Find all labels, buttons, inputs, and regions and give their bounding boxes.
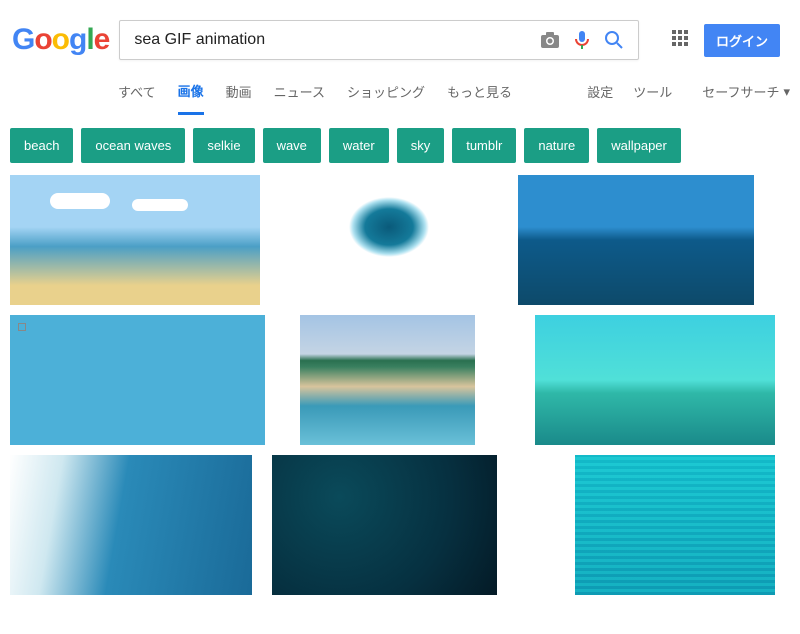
chip-sky[interactable]: sky xyxy=(397,128,445,163)
tab-videos[interactable]: 動画 xyxy=(226,70,252,113)
apps-icon[interactable] xyxy=(672,30,692,50)
chip-wave[interactable]: wave xyxy=(263,128,321,163)
image-result[interactable] xyxy=(518,175,754,305)
result-row xyxy=(10,455,790,595)
chip-selkie[interactable]: selkie xyxy=(193,128,254,163)
nav-tools[interactable]: ツール xyxy=(633,82,672,101)
chip-beach[interactable]: beach xyxy=(10,128,73,163)
chip-water[interactable]: water xyxy=(329,128,389,163)
image-result[interactable] xyxy=(300,315,475,445)
image-result[interactable] xyxy=(270,175,508,305)
image-result[interactable] xyxy=(272,455,497,595)
camera-icon[interactable] xyxy=(538,28,562,52)
image-result[interactable] xyxy=(575,455,775,595)
result-row xyxy=(10,175,790,305)
image-result[interactable] xyxy=(10,315,265,445)
image-result[interactable] xyxy=(10,175,260,305)
header: Google ログイン xyxy=(0,0,800,70)
safesearch-dropdown[interactable]: セーフサーチ ▾ xyxy=(702,82,790,101)
tab-all[interactable]: すべて xyxy=(118,70,156,113)
chip-nature[interactable]: nature xyxy=(524,128,589,163)
tab-images[interactable]: 画像 xyxy=(178,69,204,115)
search-icon[interactable] xyxy=(602,28,626,52)
chevron-down-icon: ▾ xyxy=(783,84,790,100)
header-right: ログイン xyxy=(672,24,790,57)
google-logo[interactable]: Google xyxy=(12,23,109,57)
image-result[interactable] xyxy=(535,315,775,445)
search-box xyxy=(119,20,639,60)
nav-tabs: すべて 画像 動画 ニュース ショッピング もっと見る 設定 ツール セーフサー… xyxy=(0,70,800,114)
nav-settings[interactable]: 設定 xyxy=(587,82,613,101)
tab-shopping[interactable]: ショッピング xyxy=(347,70,425,113)
image-result[interactable] xyxy=(10,455,252,595)
login-button[interactable]: ログイン xyxy=(704,24,780,57)
safesearch-label: セーフサーチ xyxy=(702,82,779,101)
related-chips: beach ocean waves selkie wave water sky … xyxy=(0,114,800,175)
chip-tumblr[interactable]: tumblr xyxy=(452,128,516,163)
chip-ocean-waves[interactable]: ocean waves xyxy=(81,128,185,163)
image-results xyxy=(0,175,800,595)
chip-wallpaper[interactable]: wallpaper xyxy=(597,128,681,163)
mic-icon[interactable] xyxy=(570,28,594,52)
search-input[interactable] xyxy=(128,31,534,49)
tab-more[interactable]: もっと見る xyxy=(447,70,512,113)
result-row xyxy=(10,315,790,445)
tab-news[interactable]: ニュース xyxy=(274,70,325,113)
